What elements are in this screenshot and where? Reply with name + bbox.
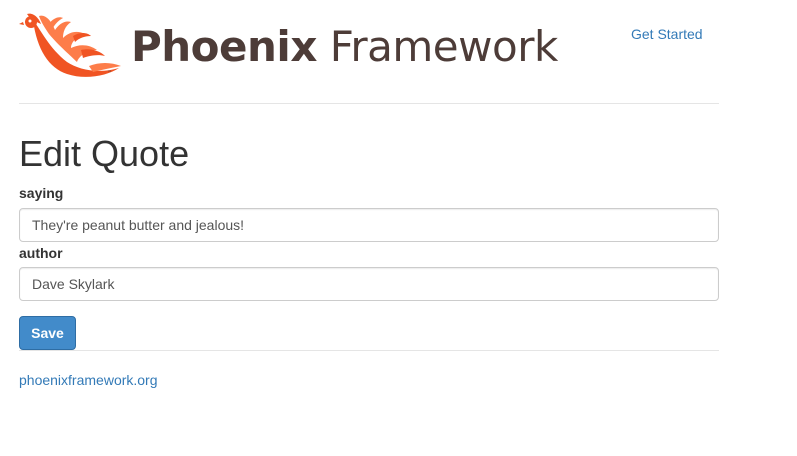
logo-text-light: Framework: [329, 22, 559, 71]
logo-text-strong: Phoenix: [131, 22, 317, 71]
saying-input[interactable]: [19, 208, 719, 242]
header: ™ Phoenix Framework Get Started: [19, 10, 719, 103]
footer-divider: [19, 350, 719, 351]
phoenix-bird-icon: ™: [19, 13, 121, 77]
header-divider: [19, 103, 719, 104]
svg-text:™: ™: [107, 70, 112, 76]
save-button[interactable]: Save: [19, 316, 76, 350]
saying-label: saying: [19, 185, 64, 201]
get-started-link[interactable]: Get Started: [631, 26, 703, 42]
phoenixframework-link[interactable]: phoenixframework.org: [19, 372, 158, 388]
author-label: author: [19, 245, 63, 261]
page-title: Edit Quote: [19, 133, 190, 174]
page: ™ Phoenix Framework Get Started Edit Quo…: [0, 0, 797, 456]
logo[interactable]: ™ Phoenix Framework: [19, 10, 558, 84]
author-input[interactable]: [19, 267, 719, 301]
logo-text: Phoenix Framework: [131, 26, 558, 68]
